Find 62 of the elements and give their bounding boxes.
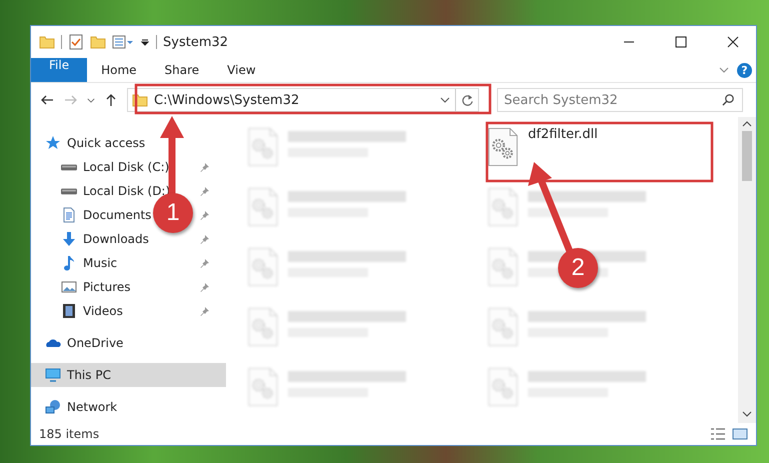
down-arrow-icon xyxy=(61,231,77,247)
nav-item[interactable]: Local Disk (C:) xyxy=(31,155,226,179)
ribbon-tab[interactable]: View xyxy=(213,58,270,82)
drive-icon xyxy=(61,164,77,170)
scroll-up-button[interactable] xyxy=(742,121,752,127)
pin-icon xyxy=(200,306,210,316)
nav-item[interactable]: Quick access xyxy=(31,131,226,155)
scroll-thumb[interactable] xyxy=(742,131,752,181)
help-button[interactable]: ? xyxy=(737,62,752,78)
drive-icon xyxy=(61,188,77,194)
pin-icon xyxy=(200,282,210,292)
recent-locations-button[interactable] xyxy=(87,98,95,102)
monitor-icon xyxy=(45,367,61,383)
details-view-icon[interactable] xyxy=(710,427,726,441)
settings-file-icon xyxy=(248,247,278,287)
picture-icon xyxy=(61,279,77,295)
settings-file-icon xyxy=(248,307,278,347)
pin-icon xyxy=(200,162,210,172)
up-button[interactable] xyxy=(106,94,116,106)
checklist-icon[interactable] xyxy=(68,34,84,50)
nav-item[interactable]: Pictures xyxy=(31,275,226,299)
pin-icon xyxy=(200,210,210,220)
settings-file-icon xyxy=(488,187,518,227)
maximize-button[interactable] xyxy=(675,36,687,48)
settings-file-icon xyxy=(488,307,518,347)
search-icon xyxy=(722,93,735,106)
item-count: 185 items xyxy=(39,427,100,441)
nav-item[interactable]: Videos xyxy=(31,299,226,323)
nav-item[interactable]: Music xyxy=(31,251,226,275)
back-button[interactable] xyxy=(40,95,54,105)
pin-icon xyxy=(200,258,210,268)
music-note-icon xyxy=(61,255,77,271)
nav-item[interactable]: Network xyxy=(31,395,226,419)
ribbon-tab[interactable]: Share xyxy=(150,58,214,82)
chevron-down-icon[interactable] xyxy=(719,65,729,75)
file-item[interactable]: df2filter.dll xyxy=(484,125,724,185)
nav-item[interactable]: OneDrive xyxy=(31,331,226,355)
settings-file-icon xyxy=(488,127,518,167)
network-icon xyxy=(45,399,61,415)
search-field[interactable]: Search System32 xyxy=(497,88,743,112)
scroll-down-button[interactable] xyxy=(742,411,752,417)
scrollbar[interactable] xyxy=(738,117,756,423)
film-icon xyxy=(61,303,77,319)
window-title: System32 xyxy=(163,34,230,50)
ribbon-tab[interactable]: Home xyxy=(87,58,151,82)
settings-file-icon xyxy=(248,367,278,407)
minimize-button[interactable] xyxy=(623,41,635,43)
settings-file-icon xyxy=(488,247,518,287)
close-button[interactable] xyxy=(727,36,739,48)
thumbnail-view-icon[interactable] xyxy=(732,427,748,441)
settings-file-icon xyxy=(488,367,518,407)
settings-file-icon xyxy=(248,187,278,227)
properties-icon[interactable] xyxy=(112,34,134,50)
nav-item[interactable]: This PC xyxy=(31,363,226,387)
pin-icon xyxy=(200,186,210,196)
settings-file-icon xyxy=(248,127,278,167)
star-icon xyxy=(45,135,61,151)
pin-icon xyxy=(200,234,210,244)
address-field[interactable]: C:\Windows\System32 xyxy=(127,88,479,112)
file-menu-button[interactable]: File xyxy=(31,58,88,82)
refresh-button[interactable] xyxy=(460,94,474,106)
document-icon xyxy=(61,207,77,223)
